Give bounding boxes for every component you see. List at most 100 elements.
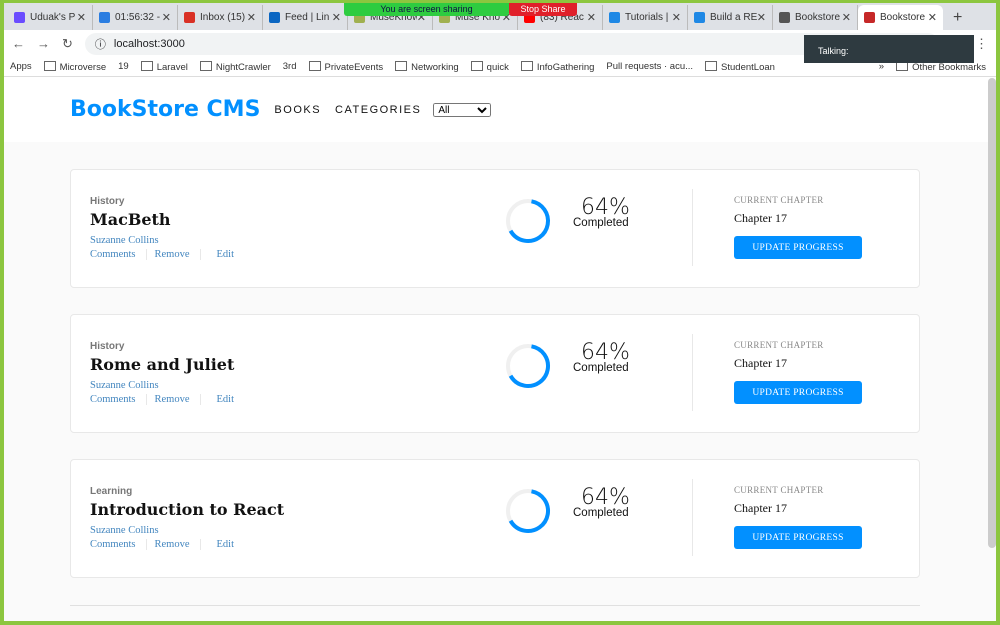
close-tab-icon[interactable]: ✕ (77, 11, 86, 24)
close-tab-icon[interactable]: ✕ (757, 11, 766, 24)
new-tab-icon[interactable]: + (943, 5, 972, 30)
favicon-icon (694, 12, 705, 23)
completed-label: Completed (573, 362, 629, 374)
bookmark-item[interactable]: quick (471, 61, 509, 73)
browser-tab[interactable]: Build a RE ✕ (688, 5, 773, 30)
comments-button[interactable]: Comments (90, 249, 147, 260)
forward-icon[interactable]: → (37, 36, 50, 51)
close-tab-icon[interactable]: ✕ (247, 11, 256, 24)
tab-title: 01:56:32 - (115, 12, 161, 23)
favicon-icon (184, 12, 195, 23)
tab-title: Bookstore (880, 12, 926, 23)
remove-button[interactable]: Remove (155, 249, 201, 260)
browser-tab[interactable]: Inbox (15) ✕ (178, 5, 263, 30)
divider (692, 479, 693, 556)
update-progress-button[interactable]: UPDATE PROGRESS (734, 236, 862, 259)
book-actions: Comments Remove Edit (90, 539, 252, 550)
favicon-icon (99, 12, 110, 23)
favicon-icon (14, 12, 25, 23)
book-genre: History (90, 196, 125, 207)
tab-title: Inbox (15) (200, 12, 246, 23)
bookmark-item[interactable]: 3rd (283, 61, 297, 72)
book-genre: History (90, 341, 125, 352)
divider (692, 189, 693, 266)
book-author[interactable]: Suzanne Collins (90, 380, 159, 391)
bookmark-item[interactable]: PrivateEvents (309, 61, 384, 73)
divider (692, 334, 693, 411)
info-icon: ⓘ (94, 38, 106, 51)
book-title: Rome and Juliet (90, 355, 235, 374)
current-chapter: Chapter 17 (734, 356, 787, 370)
tab-title: Build a RE (710, 12, 757, 23)
update-progress-button[interactable]: UPDATE PROGRESS (734, 526, 862, 549)
bookmark-item[interactable]: InfoGathering (521, 61, 595, 73)
current-chapter-label: CURRENT CHAPTER (734, 340, 824, 350)
book-author[interactable]: Suzanne Collins (90, 235, 159, 246)
comments-button[interactable]: Comments (90, 539, 147, 550)
bookmark-item[interactable]: Laravel (141, 61, 188, 73)
book-card: History MacBeth Suzanne Collins Comments… (70, 169, 920, 288)
tab-title: Bookstore (795, 12, 841, 23)
talking-tooltip: Talking: (804, 35, 974, 63)
bookmark-item[interactable]: 19 (118, 61, 129, 72)
edit-button[interactable]: Edit (217, 539, 245, 550)
current-chapter-label: CURRENT CHAPTER (734, 485, 824, 495)
progress-ring-fill (506, 344, 550, 388)
remove-button[interactable]: Remove (155, 394, 201, 405)
reload-icon[interactable]: ↻ (62, 36, 73, 52)
bookmark-item[interactable]: StudentLoan (705, 61, 775, 73)
book-card: Learning Introduction to React Suzanne C… (70, 459, 920, 578)
current-chapter: Chapter 17 (734, 211, 787, 225)
browser-tab[interactable]: Feed | Lin ✕ (263, 5, 348, 30)
app-page: BookStore CMS BOOKS CATEGORIES All Histo… (4, 77, 996, 621)
screen-share-bar: You are screen sharing Stop Share (344, 3, 577, 16)
back-icon[interactable]: ← (12, 36, 25, 51)
browser-tab[interactable]: Bookstore ✕ (773, 5, 858, 30)
tab-title: Uduak's P (30, 12, 76, 23)
browser-tab[interactable]: Bookstore ✕ (858, 5, 943, 30)
progress-ring (506, 344, 550, 388)
edit-button[interactable]: Edit (217, 394, 245, 405)
tab-title: Feed | Lin (285, 12, 330, 23)
book-title: Introduction to React (90, 500, 285, 519)
favicon-icon (609, 12, 620, 23)
menu-icon[interactable]: ⋮ (975, 36, 988, 52)
logo[interactable]: BookStore CMS (70, 97, 260, 122)
close-tab-icon[interactable]: ✕ (672, 11, 681, 24)
nav-books[interactable]: BOOKS (274, 104, 321, 116)
browser-window: Uduak's P ✕ 01:56:32 - ✕ Inbox (15) ✕ Feed | L… (4, 3, 996, 621)
current-chapter: Chapter 17 (734, 501, 787, 515)
current-chapter-label: CURRENT CHAPTER (734, 195, 824, 205)
bookmark-item[interactable]: Pull requests · acu... (606, 61, 693, 72)
book-actions: Comments Remove Edit (90, 249, 252, 260)
bookmark-item[interactable]: Networking (395, 61, 459, 73)
close-tab-icon[interactable]: ✕ (332, 11, 341, 24)
book-author[interactable]: Suzanne Collins (90, 525, 159, 536)
divider (70, 605, 920, 606)
screen-sharing-notice: You are screen sharing (344, 3, 509, 16)
category-filter-select[interactable]: All (433, 102, 492, 117)
browser-tab[interactable]: 01:56:32 - ✕ (93, 5, 178, 30)
remove-button[interactable]: Remove (155, 539, 201, 550)
edit-button[interactable]: Edit (217, 249, 245, 260)
completed-label: Completed (573, 217, 629, 229)
progress-ring (506, 489, 550, 533)
book-title: MacBeth (90, 210, 171, 229)
close-tab-icon[interactable]: ✕ (842, 11, 851, 24)
comments-button[interactable]: Comments (90, 394, 147, 405)
browser-tab[interactable]: Tutorials | ✕ (603, 5, 688, 30)
favicon-icon (864, 12, 875, 23)
update-progress-button[interactable]: UPDATE PROGRESS (734, 381, 862, 404)
close-tab-icon[interactable]: ✕ (928, 11, 937, 24)
browser-tab[interactable]: Uduak's P ✕ (8, 5, 93, 30)
close-tab-icon[interactable]: ✕ (162, 11, 171, 24)
nav-categories[interactable]: CATEGORIES (335, 104, 421, 116)
favicon-icon (269, 12, 280, 23)
book-actions: Comments Remove Edit (90, 394, 252, 405)
bookmark-item[interactable]: Apps (10, 61, 32, 72)
bookmark-item[interactable]: NightCrawler (200, 61, 271, 73)
bookmark-item[interactable]: Microverse (44, 61, 106, 73)
scrollbar[interactable] (988, 78, 996, 548)
stop-share-button[interactable]: Stop Share (509, 3, 577, 16)
close-tab-icon[interactable]: ✕ (587, 11, 596, 24)
